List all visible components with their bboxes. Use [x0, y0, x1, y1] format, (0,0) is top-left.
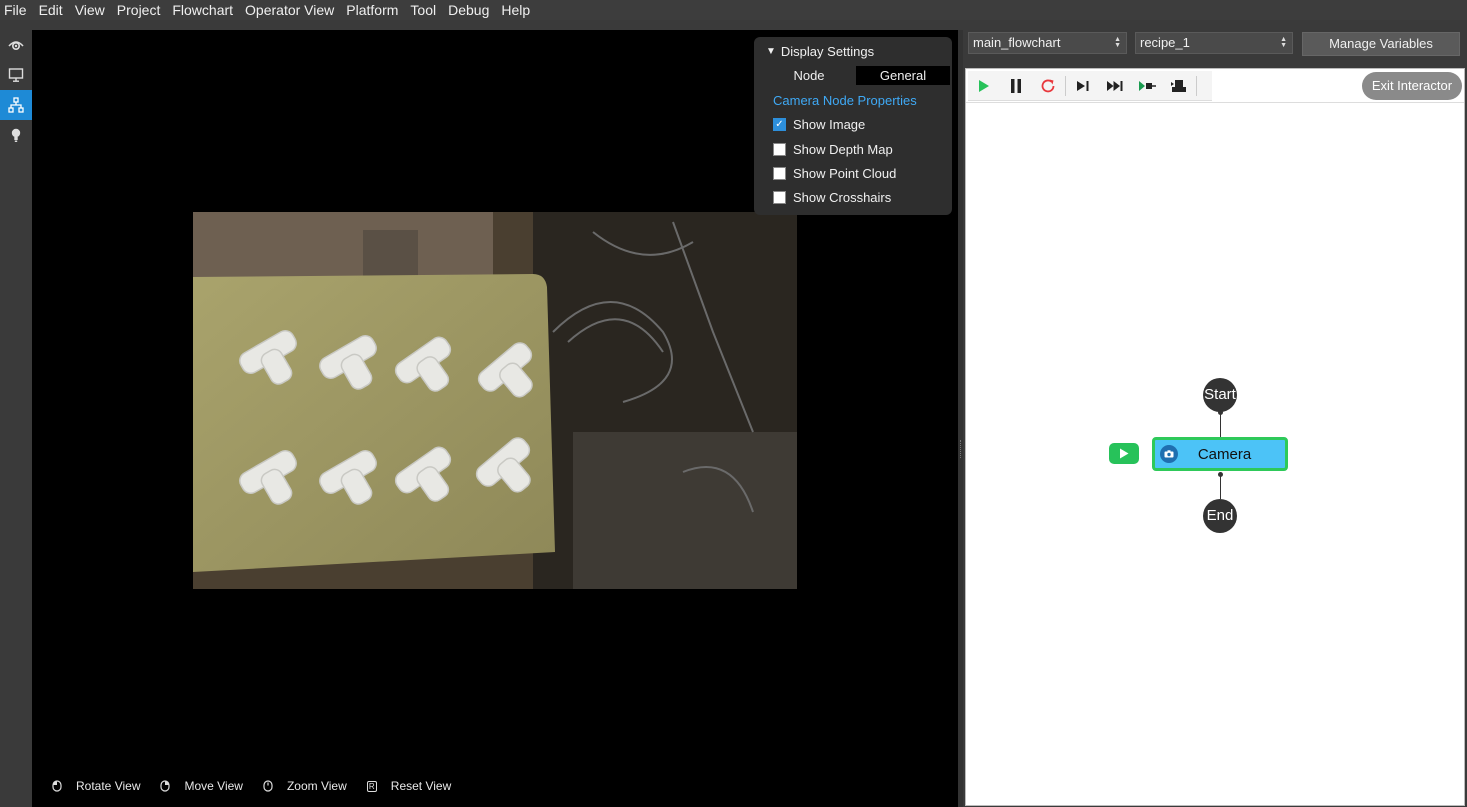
zoom-view-label: Zoom View [286, 779, 347, 793]
menu-debug[interactable]: Debug [444, 0, 494, 20]
run-node-button[interactable] [1109, 443, 1139, 464]
camera-step-icon [1171, 79, 1186, 92]
3d-viewport[interactable]: ▼ Display Settings Node General Camera N… [32, 30, 958, 807]
rotate-view-hint: Rotate View [52, 779, 140, 793]
menu-bar: File Edit View Project Flowchart Operato… [0, 0, 1467, 20]
menu-platform[interactable]: Platform [342, 0, 403, 20]
camera-icon [1160, 445, 1178, 463]
pause-icon [1011, 78, 1021, 93]
show-depth-map-option[interactable]: Show Depth Map [773, 142, 893, 157]
play-icon [1120, 448, 1129, 459]
step-into-button[interactable] [1131, 71, 1163, 101]
menu-view[interactable]: View [71, 0, 110, 20]
step-button[interactable] [1067, 71, 1099, 101]
fast-forward-button[interactable] [1099, 71, 1131, 101]
fast-forward-icon [1107, 80, 1123, 91]
splitter-grip [960, 440, 961, 458]
menu-operator-view[interactable]: Operator View [241, 0, 339, 20]
move-view-hint: Move View [160, 779, 243, 793]
flowchart-select[interactable]: main_flowchart ▲ ▼ [968, 32, 1127, 54]
menu-flowchart[interactable]: Flowchart [168, 0, 238, 20]
tips-button[interactable] [0, 120, 32, 150]
eye-icon [8, 41, 24, 51]
collapse-triangle-icon: ▼ [766, 46, 776, 57]
recipe-select-value: recipe_1 [1140, 35, 1190, 50]
monitor-icon [8, 68, 24, 82]
camera-node-label: Camera [1197, 445, 1252, 463]
select-arrows-icon: ▲ ▼ [1280, 36, 1287, 49]
show-point-cloud-label: Show Point Cloud [793, 166, 897, 181]
edge-camera-end [1220, 474, 1221, 499]
recipe-select[interactable]: recipe_1 ▲ ▼ [1135, 32, 1293, 54]
tab-node[interactable]: Node [762, 66, 856, 85]
play-icon [979, 79, 989, 92]
app-window: File Edit View Project Flowchart Operato… [0, 0, 1467, 807]
operator-view-button[interactable] [0, 60, 32, 90]
show-image-label: Show Image [793, 117, 866, 132]
camera-step-button[interactable] [1163, 71, 1195, 101]
menu-file[interactable]: File [0, 0, 32, 20]
flowchart-canvas[interactable]: Exit Interactor Start Camera End [965, 68, 1465, 806]
show-depth-map-checkbox[interactable] [773, 143, 786, 156]
show-point-cloud-checkbox[interactable] [773, 167, 786, 180]
toolbar-divider [966, 102, 1464, 103]
edge-connector [1218, 410, 1223, 415]
toolbar-separator [1196, 75, 1197, 96]
show-crosshairs-label: Show Crosshairs [793, 190, 892, 205]
display-settings-panel: ▼ Display Settings Node General Camera N… [754, 37, 952, 215]
mouse-right-icon [160, 780, 171, 792]
display-settings-tabs: Node General [762, 66, 950, 85]
menu-help[interactable]: Help [497, 0, 535, 20]
mouse-left-icon [52, 780, 62, 792]
restart-icon [1041, 79, 1055, 92]
camera-image [193, 212, 797, 589]
show-crosshairs-checkbox[interactable] [773, 191, 786, 204]
show-image-option[interactable]: ✓ Show Image [773, 117, 865, 132]
reset-view-hint: R Reset View [366, 779, 452, 793]
zoom-view-hint: Zoom View [263, 779, 347, 793]
mouse-scroll-icon [263, 780, 273, 792]
tab-general[interactable]: General [856, 66, 950, 85]
rotate-view-label: Rotate View [76, 779, 141, 793]
exit-interactor-button[interactable]: Exit Interactor [1362, 72, 1462, 100]
menu-tool[interactable]: Tool [406, 0, 441, 20]
show-depth-map-label: Show Depth Map [793, 142, 893, 157]
step-icon [1077, 80, 1089, 91]
start-node[interactable]: Start [1203, 378, 1237, 412]
show-image-checkbox[interactable]: ✓ [773, 118, 786, 131]
step-into-icon [1139, 80, 1156, 91]
display-settings-header[interactable]: ▼ Display Settings [766, 44, 874, 59]
show-crosshairs-option[interactable]: Show Crosshairs [773, 190, 891, 205]
manage-variables-button[interactable]: Manage Variables [1302, 32, 1460, 56]
select-arrows-icon: ▲ ▼ [1114, 36, 1121, 49]
flowchart-toolbar [968, 71, 1212, 101]
restart-button[interactable] [1032, 71, 1064, 101]
show-point-cloud-option[interactable]: Show Point Cloud [773, 166, 896, 181]
pause-button[interactable] [1000, 71, 1032, 101]
flowchart-icon [8, 97, 24, 113]
lightbulb-icon [11, 128, 21, 142]
end-node[interactable]: End [1203, 499, 1237, 533]
view-controls-hints: Rotate View Move View Zoom View R Reset … [52, 779, 471, 793]
camera-node[interactable]: Camera [1152, 437, 1288, 471]
reset-view-label: Reset View [390, 779, 452, 793]
toolbar-separator [1065, 75, 1066, 96]
side-toolbar [0, 30, 32, 807]
move-view-label: Move View [184, 779, 243, 793]
flowchart-select-value: main_flowchart [973, 35, 1061, 50]
r-key-icon: R [366, 780, 377, 792]
section-title: Camera Node Properties [773, 93, 917, 108]
edge-connector [1218, 472, 1223, 477]
display-settings-title: Display Settings [780, 44, 875, 59]
flowchart-view-button[interactable] [0, 90, 32, 120]
flowchart-panel: main_flowchart ▲ ▼ recipe_1 ▲ ▼ Manage Var… [963, 30, 1467, 807]
visualization-button[interactable] [0, 30, 32, 60]
menu-project[interactable]: Project [113, 0, 166, 20]
menu-edit[interactable]: Edit [35, 0, 68, 20]
edge-start-camera [1220, 412, 1221, 437]
run-button[interactable] [968, 71, 1000, 101]
